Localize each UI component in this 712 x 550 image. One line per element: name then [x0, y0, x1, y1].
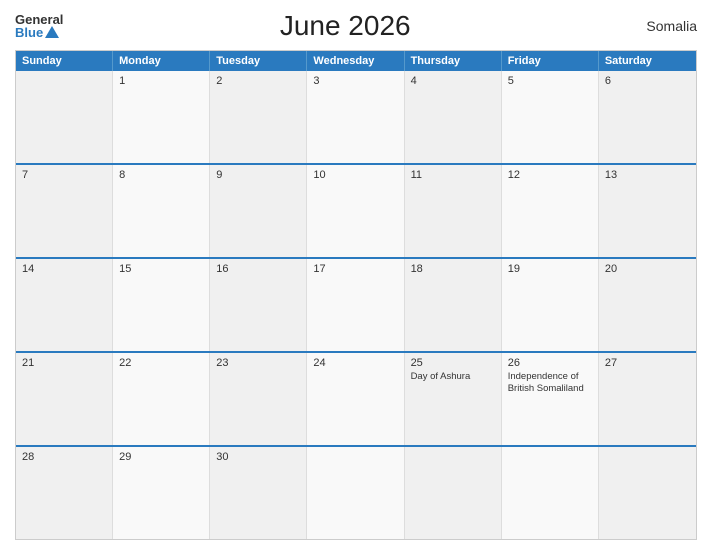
calendar-cell	[599, 447, 696, 539]
day-number: 22	[119, 357, 203, 369]
calendar-cell	[16, 71, 113, 163]
calendar-cell: 11	[405, 165, 502, 257]
calendar-cell: 17	[307, 259, 404, 351]
day-number: 15	[119, 263, 203, 275]
calendar-cell: 5	[502, 71, 599, 163]
calendar-title: June 2026	[63, 10, 627, 42]
header-wednesday: Wednesday	[307, 51, 404, 71]
calendar-cell: 3	[307, 71, 404, 163]
header-monday: Monday	[113, 51, 210, 71]
calendar-cell: 4	[405, 71, 502, 163]
day-number: 27	[605, 357, 690, 369]
day-number: 1	[119, 75, 203, 87]
calendar-cell: 20	[599, 259, 696, 351]
day-number: 2	[216, 75, 300, 87]
day-number: 10	[313, 169, 397, 181]
day-number: 25	[411, 357, 495, 369]
calendar-cell: 30	[210, 447, 307, 539]
event-label: Independence of British Somaliland	[508, 371, 592, 396]
calendar-cell: 8	[113, 165, 210, 257]
calendar-cell: 24	[307, 353, 404, 445]
day-number: 26	[508, 357, 592, 369]
calendar-cell: 25 Day of Ashura	[405, 353, 502, 445]
calendar-grid: Sunday Monday Tuesday Wednesday Thursday…	[15, 50, 697, 540]
calendar-cell: 29	[113, 447, 210, 539]
calendar-week-2: 7 8 9 10 11 12 13	[16, 165, 696, 259]
calendar-page: General Blue June 2026 Somalia Sunday Mo…	[0, 0, 712, 550]
calendar-week-1: 1 2 3 4 5 6	[16, 71, 696, 165]
country-label: Somalia	[627, 18, 697, 34]
day-number: 28	[22, 451, 106, 463]
calendar-cell	[502, 447, 599, 539]
calendar-cell: 10	[307, 165, 404, 257]
calendar-cell: 9	[210, 165, 307, 257]
header: General Blue June 2026 Somalia	[15, 10, 697, 42]
calendar-week-5: 28 29 30	[16, 447, 696, 539]
calendar-cell: 22	[113, 353, 210, 445]
day-number: 4	[411, 75, 495, 87]
day-number: 29	[119, 451, 203, 463]
calendar-cell: 28	[16, 447, 113, 539]
day-number: 5	[508, 75, 592, 87]
day-number: 14	[22, 263, 106, 275]
header-friday: Friday	[502, 51, 599, 71]
logo-blue-text: Blue	[15, 26, 63, 39]
day-number: 13	[605, 169, 690, 181]
calendar-cell: 2	[210, 71, 307, 163]
logo: General Blue	[15, 13, 63, 39]
calendar-header: Sunday Monday Tuesday Wednesday Thursday…	[16, 51, 696, 71]
day-number: 19	[508, 263, 592, 275]
calendar-cell: 1	[113, 71, 210, 163]
day-number: 6	[605, 75, 690, 87]
day-number: 16	[216, 263, 300, 275]
calendar-week-3: 14 15 16 17 18 19 20	[16, 259, 696, 353]
calendar-cell: 21	[16, 353, 113, 445]
day-number: 24	[313, 357, 397, 369]
day-number: 20	[605, 263, 690, 275]
day-number: 11	[411, 169, 495, 181]
header-tuesday: Tuesday	[210, 51, 307, 71]
calendar-body: 1234567891011121314151617181920212223242…	[16, 71, 696, 539]
header-saturday: Saturday	[599, 51, 696, 71]
logo-triangle-icon	[45, 26, 59, 38]
calendar-week-4: 21 22 23 24 25 Day of Ashura 26 Independence of…	[16, 353, 696, 447]
calendar-cell: 13	[599, 165, 696, 257]
day-number: 21	[22, 357, 106, 369]
calendar-cell: 7	[16, 165, 113, 257]
day-number: 30	[216, 451, 300, 463]
day-number: 23	[216, 357, 300, 369]
header-thursday: Thursday	[405, 51, 502, 71]
calendar-cell: 23	[210, 353, 307, 445]
day-number: 18	[411, 263, 495, 275]
day-number: 3	[313, 75, 397, 87]
calendar-cell: 26 Independence of British Somaliland	[502, 353, 599, 445]
calendar-cell: 15	[113, 259, 210, 351]
day-number: 12	[508, 169, 592, 181]
header-sunday: Sunday	[16, 51, 113, 71]
calendar-cell: 12	[502, 165, 599, 257]
day-number: 7	[22, 169, 106, 181]
calendar-cell: 19	[502, 259, 599, 351]
event-label: Day of Ashura	[411, 371, 495, 383]
day-number: 9	[216, 169, 300, 181]
calendar-cell: 6	[599, 71, 696, 163]
calendar-cell: 27	[599, 353, 696, 445]
day-number: 17	[313, 263, 397, 275]
calendar-cell	[405, 447, 502, 539]
calendar-cell: 14	[16, 259, 113, 351]
calendar-cell: 16	[210, 259, 307, 351]
day-number: 8	[119, 169, 203, 181]
calendar-cell: 18	[405, 259, 502, 351]
calendar-cell	[307, 447, 404, 539]
